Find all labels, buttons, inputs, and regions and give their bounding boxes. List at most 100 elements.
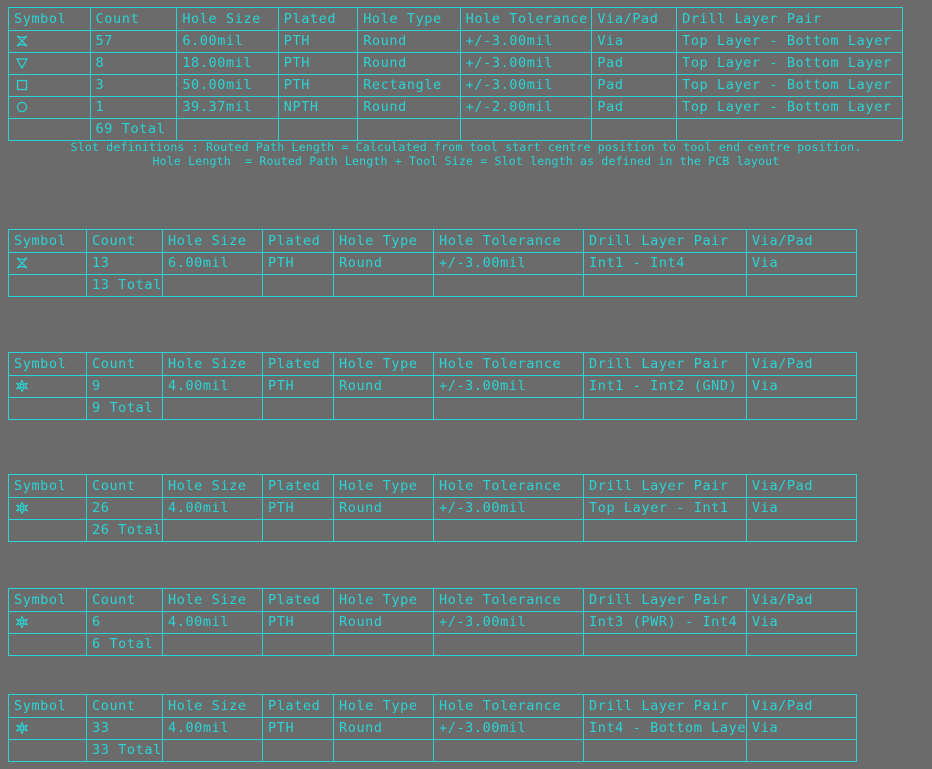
cell-plated: PTH <box>277 74 359 97</box>
column-header-via-pad: Via/Pad <box>746 694 857 718</box>
table-total-row: 9 Total <box>8 397 857 420</box>
column-header-symbol: Symbol <box>8 694 87 718</box>
bowtie-symbol <box>15 34 29 48</box>
total-row-spacer <box>262 739 334 762</box>
cell-via-pad: Via <box>746 252 857 275</box>
total-row-spacer <box>162 633 263 656</box>
slot-definitions-note: Slot definitions : Routed Path Length = … <box>0 140 932 168</box>
column-header-drill-layer-pair: Drill Layer Pair <box>583 474 747 498</box>
total-row-spacer <box>262 519 334 542</box>
table-header-row: Symbol Count Hole Size Plated Hole Type Hole … <box>8 588 857 612</box>
cell-hole-type: Round <box>357 96 461 119</box>
column-header-hole-tolerance: Hole Tolerance <box>459 7 593 31</box>
cell-drill-layer-pair: Top Layer - Bottom Layer <box>676 74 903 97</box>
cell-hole-size: 4.00mil <box>162 375 263 398</box>
column-header-via-pad: Via/Pad <box>591 7 678 31</box>
total-row-spacer <box>583 519 747 542</box>
column-header-count: Count <box>86 352 163 376</box>
column-header-via-pad: Via/Pad <box>746 352 857 376</box>
column-header-hole-size: Hole Size <box>176 7 279 31</box>
star-symbol <box>15 501 29 515</box>
total-count: 69 Total <box>89 118 178 141</box>
column-header-hole-type: Hole Type <box>333 474 434 498</box>
table-total-row: 13 Total <box>8 274 857 297</box>
column-header-hole-size: Hole Size <box>162 588 263 612</box>
column-header-plated: Plated <box>262 694 334 718</box>
cell-hole-type: Round <box>333 497 434 520</box>
cell-drill-layer-pair: Top Layer - Int1 <box>583 497 747 520</box>
cell-plated: PTH <box>277 30 359 53</box>
cell-hole-type: Round <box>333 611 434 634</box>
total-row-spacer <box>262 397 334 420</box>
cell-hole-tolerance: +/-3.00mil <box>459 74 593 97</box>
column-header-symbol: Symbol <box>8 588 87 612</box>
column-header-drill-layer-pair: Drill Layer Pair <box>583 352 747 376</box>
bowtie-symbol <box>8 252 87 275</box>
cell-plated: PTH <box>262 717 334 740</box>
column-header-hole-tolerance: Hole Tolerance <box>433 352 584 376</box>
cell-count: 57 <box>89 30 178 53</box>
total-row-spacer <box>583 739 747 762</box>
cell-hole-size: 6.00mil <box>162 252 263 275</box>
total-row-spacer <box>583 397 747 420</box>
square-symbol <box>15 78 29 92</box>
cell-hole-tolerance: +/-3.00mil <box>433 717 584 740</box>
total-row-spacer <box>8 397 87 420</box>
star-symbol <box>15 721 29 735</box>
cell-via-pad: Via <box>746 611 857 634</box>
star-symbol <box>8 611 87 634</box>
total-count: 26 Total <box>86 519 163 542</box>
table-header-row: Symbol Count Hole Size Plated Hole Type Hole … <box>8 229 857 253</box>
slot-note-line-1: Slot definitions : Routed Path Length = … <box>70 140 862 154</box>
column-header-symbol: Symbol <box>8 7 91 31</box>
triangle-down-symbol <box>8 52 91 75</box>
cell-hole-size: 50.00mil <box>176 74 279 97</box>
total-row-spacer <box>333 739 434 762</box>
column-header-count: Count <box>89 7 178 31</box>
cell-via-pad: Via <box>746 375 857 398</box>
total-row-spacer <box>8 274 87 297</box>
cell-via-pad: Via <box>591 30 678 53</box>
total-row-spacer <box>162 739 263 762</box>
total-row-spacer <box>746 274 857 297</box>
table-row: 57 6.00mil PTH Round +/-3.00mil Via Top Layer … <box>8 30 903 53</box>
cell-hole-type: Round <box>333 375 434 398</box>
circle-symbol <box>8 96 91 119</box>
total-row-spacer <box>433 274 584 297</box>
column-header-drill-layer-pair: Drill Layer Pair <box>583 694 747 718</box>
square-symbol <box>8 74 91 97</box>
total-row-spacer <box>333 274 434 297</box>
cell-via-pad: Via <box>746 717 857 740</box>
cell-hole-size: 18.00mil <box>176 52 279 75</box>
cell-hole-type: Round <box>333 252 434 275</box>
column-header-symbol: Symbol <box>8 352 87 376</box>
column-header-hole-size: Hole Size <box>162 694 263 718</box>
column-header-drill-layer-pair: Drill Layer Pair <box>583 229 747 253</box>
table-total-row: 33 Total <box>8 739 857 762</box>
total-row-spacer <box>583 633 747 656</box>
total-row-spacer <box>162 519 263 542</box>
star-symbol <box>8 497 87 520</box>
total-row-spacer <box>277 118 359 141</box>
cell-plated: PTH <box>262 611 334 634</box>
cell-hole-size: 4.00mil <box>162 611 263 634</box>
column-header-hole-type: Hole Type <box>333 229 434 253</box>
total-count: 33 Total <box>86 739 163 762</box>
total-row-spacer <box>176 118 279 141</box>
total-row-spacer <box>333 633 434 656</box>
column-header-hole-type: Hole Type <box>357 7 461 31</box>
slot-note-line-2: Hole Length = Routed Path Length + Tool … <box>152 154 780 168</box>
total-row-spacer <box>333 519 434 542</box>
column-header-hole-type: Hole Type <box>333 694 434 718</box>
column-header-drill-layer-pair: Drill Layer Pair <box>583 588 747 612</box>
column-header-via-pad: Via/Pad <box>746 588 857 612</box>
cell-drill-layer-pair: Int1 - Int4 <box>583 252 747 275</box>
cell-via-pad: Via <box>746 497 857 520</box>
cell-drill-layer-pair: Top Layer - Bottom Layer <box>676 30 903 53</box>
total-row-spacer <box>746 633 857 656</box>
table-total-row: 69 Total <box>8 118 903 141</box>
column-header-drill-layer-pair: Drill Layer Pair <box>676 7 903 31</box>
column-header-plated: Plated <box>262 588 334 612</box>
table-row: 6 4.00mil PTH Round +/-3.00mil Int3 (PWR) - I… <box>8 611 857 634</box>
column-header-hole-tolerance: Hole Tolerance <box>433 588 584 612</box>
